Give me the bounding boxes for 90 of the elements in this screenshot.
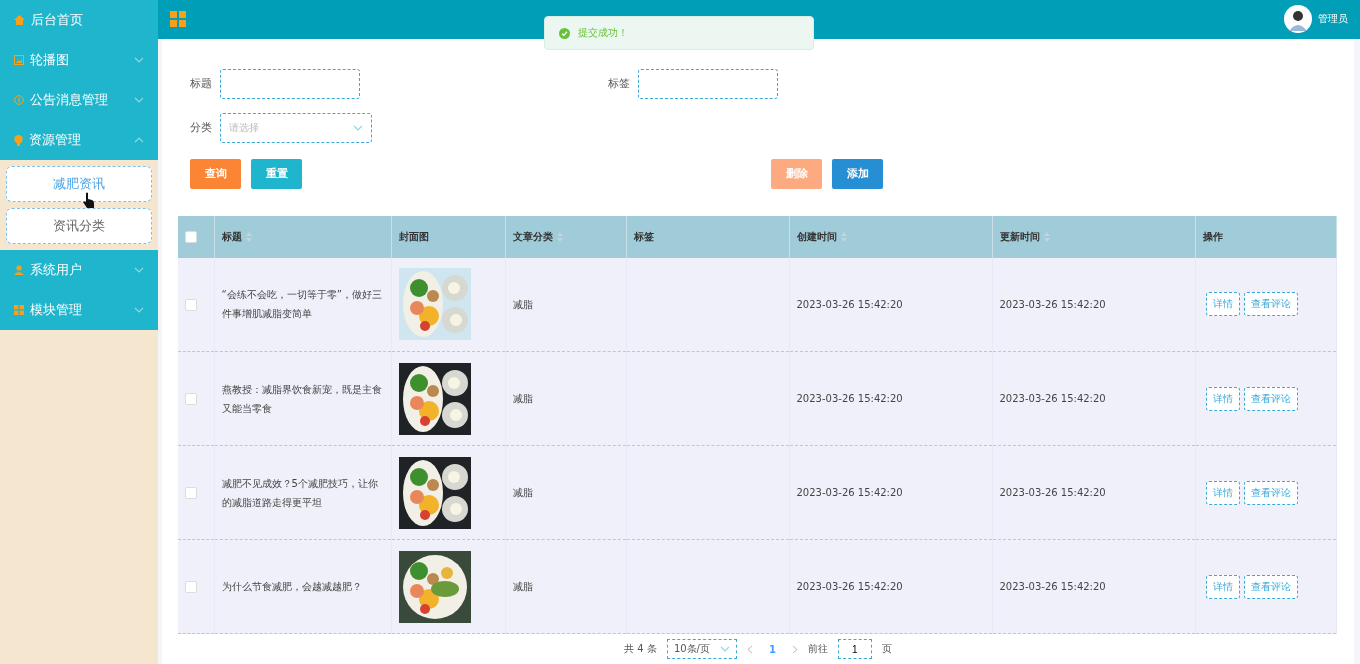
chevron-down-icon [353, 124, 363, 131]
table-cell: 减肥不见成效？5个减肥技巧，让你的减脂道路走得更平坦 [221, 477, 378, 508]
field-label: 标题 [189, 76, 213, 91]
hand-cursor-icon [83, 192, 95, 208]
table-cell: 燕教授：减脂界饮食新宠，既是主食又能当零食 [221, 383, 382, 414]
details-button[interactable]: 详情 [1205, 574, 1240, 599]
details-button[interactable]: 详情 [1205, 480, 1240, 505]
chevron-down-icon [134, 97, 144, 103]
title-input[interactable] [220, 68, 360, 99]
home-icon [14, 15, 25, 25]
next-page-icon[interactable] [791, 644, 798, 654]
chevron-down-icon [134, 267, 144, 273]
sort-icon[interactable] [245, 231, 252, 242]
table-cell: 2023-03-26 15:42:20 [796, 298, 903, 310]
column-header: 操作 [1202, 230, 1223, 242]
table-cell: 2023-03-26 15:42:20 [796, 581, 903, 592]
comments-button[interactable]: 查看评论 [1243, 292, 1298, 317]
details-button[interactable]: 详情 [1205, 292, 1240, 317]
chevron-down-icon [134, 307, 144, 313]
sidebar-item[interactable]: 公告消息管理 [0, 80, 158, 120]
sidebar-label: 模块管理 [30, 301, 83, 319]
row-checkbox[interactable] [185, 298, 197, 311]
column-header: 标题 [221, 230, 242, 242]
comments-button[interactable]: 查看评论 [1243, 574, 1298, 599]
sidebar-label: 系统用户 [30, 261, 83, 279]
column-header: 更新时间 [999, 230, 1040, 242]
bulb-icon [14, 134, 23, 146]
table-cell: 减脂 [512, 581, 533, 592]
row-checkbox[interactable] [185, 393, 197, 405]
grid-icon[interactable] [170, 11, 186, 28]
check-circle-icon [559, 27, 570, 39]
table-cell: 为什么节食减肥，会越减越肥？ [221, 581, 362, 592]
comments-button[interactable]: 查看评论 [1243, 480, 1298, 505]
sidebar-label: 轮播图 [30, 51, 70, 69]
table-cell: 减脂 [512, 393, 533, 404]
total-count: 共 4 条 [624, 642, 657, 656]
table-cell: 减脂 [512, 487, 533, 498]
field-label: 分类 [189, 120, 213, 135]
sort-icon[interactable] [1043, 231, 1050, 242]
info-icon [14, 95, 24, 105]
sort-icon[interactable] [556, 231, 563, 242]
submenu-item[interactable]: 减肥资讯 [6, 166, 152, 202]
sidebar-label: 资源管理 [29, 131, 82, 149]
column-header: 创建时间 [796, 230, 837, 242]
sidebar-item[interactable]: 模块管理 [0, 290, 158, 330]
tag-input[interactable] [638, 68, 778, 99]
sidebar-item[interactable]: 系统用户 [0, 250, 158, 290]
sidebar-item[interactable]: 资源管理 [0, 120, 158, 160]
search-button[interactable]: 查询 [190, 158, 241, 189]
table-cell: 2023-03-26 15:42:20 [999, 487, 1106, 498]
reset-button[interactable]: 重置 [251, 158, 302, 189]
grid-icon [14, 305, 24, 315]
table-cell: 2023-03-26 15:42:20 [796, 487, 903, 498]
chevron-down-icon [134, 57, 144, 63]
page-number[interactable]: 1 [762, 643, 782, 655]
details-button[interactable]: 详情 [1205, 386, 1240, 411]
user-name[interactable]: 管理员 [1318, 12, 1348, 27]
table-cell: 2023-03-26 15:42:20 [999, 581, 1106, 592]
chevron-up-icon [134, 137, 144, 143]
sort-icon[interactable] [840, 231, 847, 242]
column-header: 标签 [633, 230, 654, 242]
select-all-checkbox[interactable] [185, 230, 197, 243]
add-button[interactable]: 添加 [832, 158, 883, 189]
sidebar-label: 后台首页 [31, 11, 84, 29]
row-checkbox[interactable] [185, 487, 197, 499]
toast-message: 提交成功！ [578, 26, 628, 40]
sidebar-item[interactable]: 轮播图 [0, 40, 158, 80]
avatar[interactable] [1284, 5, 1312, 34]
comments-button[interactable]: 查看评论 [1243, 386, 1298, 411]
table-cell: 2023-03-26 15:42:20 [999, 298, 1106, 310]
table-cell: 2023-03-26 15:42:20 [796, 393, 903, 404]
page-unit: 页 [881, 642, 892, 656]
goto-label: 前往 [807, 642, 828, 656]
page-input[interactable]: 1 [837, 639, 872, 659]
field-label: 标签 [607, 76, 631, 91]
submenu-item[interactable]: 资讯分类 [6, 208, 152, 244]
row-checkbox[interactable] [185, 581, 197, 593]
sidebar-label: 公告消息管理 [30, 91, 109, 109]
column-header: 文章分类 [512, 230, 553, 242]
page-size-select[interactable]: 10条/页 [666, 639, 737, 659]
table-cell: 2023-03-26 15:42:20 [999, 393, 1106, 404]
column-header: 封面图 [398, 230, 429, 242]
user-icon [14, 265, 24, 275]
table-cell: “会练不会吃，一切等于零”，做好三件事增肌减脂变简单 [221, 289, 382, 320]
sidebar-item[interactable]: 后台首页 [0, 0, 158, 40]
chevron-down-icon [719, 646, 730, 652]
prev-page-icon[interactable] [746, 644, 753, 654]
image-icon [14, 55, 24, 65]
table-cell: 减脂 [512, 298, 533, 310]
category-select[interactable]: 请选择 [220, 112, 372, 143]
